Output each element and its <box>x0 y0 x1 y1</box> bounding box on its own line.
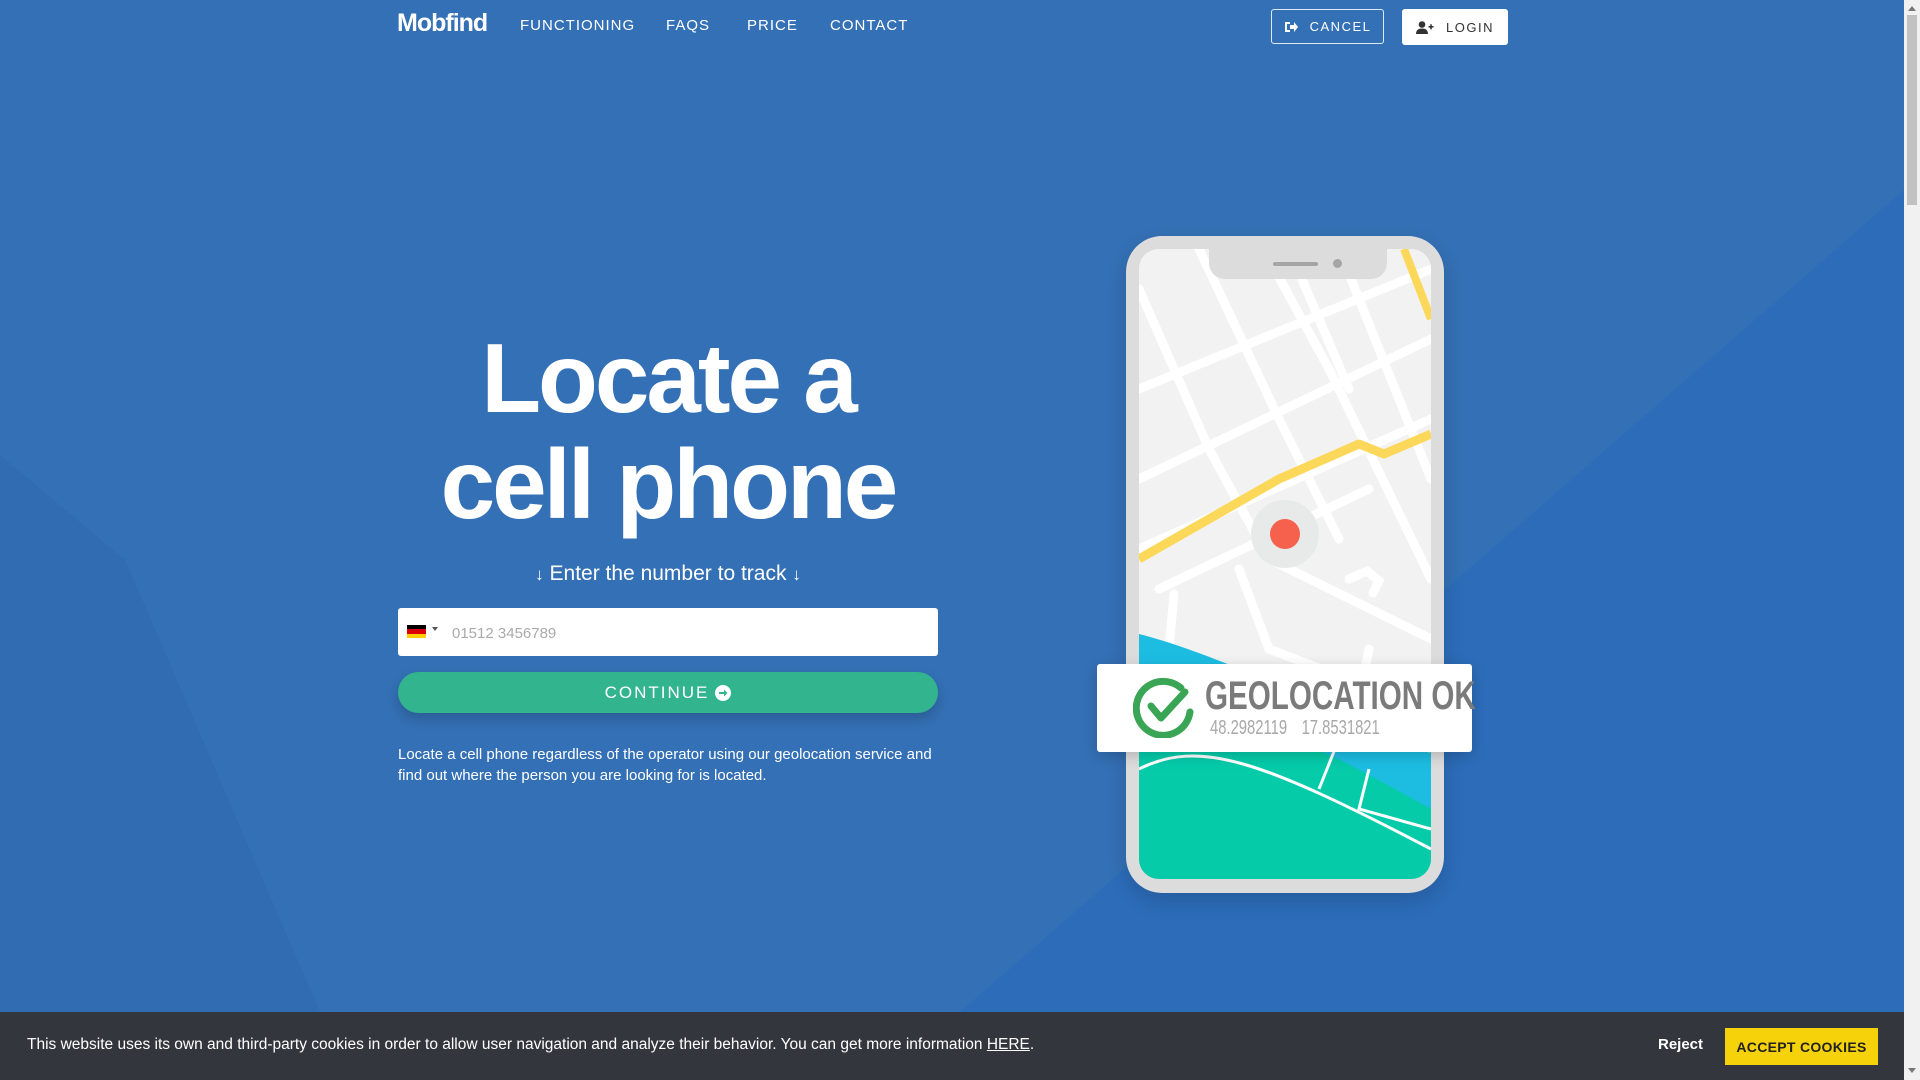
nav-price[interactable]: PRICE <box>747 17 798 34</box>
phone-illustration <box>1126 236 1444 893</box>
arrow-circle-right-icon <box>715 684 732 701</box>
phone-camera <box>1333 259 1342 268</box>
cookie-message: This website uses its own and third-part… <box>27 1036 1034 1054</box>
nav-functioning[interactable]: FUNCTIONING <box>520 17 635 34</box>
title-line-2: cell phone <box>440 429 899 539</box>
map-screen <box>1139 249 1431 879</box>
country-flag-germany[interactable] <box>407 625 426 638</box>
arrow-down-icon: ↓ <box>792 565 801 584</box>
cookie-info-link[interactable]: HERE <box>987 1036 1030 1053</box>
login-label: LOGIN <box>1446 19 1494 35</box>
coordinates: 48.2982119 17.8531821 <box>1210 717 1380 740</box>
phone-number-input[interactable] <box>450 608 924 658</box>
hero-description: Locate a cell phone regardless of the op… <box>398 746 932 784</box>
latitude: 48.2982119 <box>1210 717 1288 739</box>
title-line-1: Locate a <box>481 323 858 433</box>
phone-speaker <box>1273 262 1318 266</box>
site-header: Mobfind FUNCTIONING FAQS PRICE CONTACT C… <box>0 0 1904 52</box>
logo[interactable]: Mobfind <box>397 9 488 38</box>
login-button[interactable]: LOGIN <box>1402 9 1508 45</box>
nav-faqs[interactable]: FAQS <box>666 17 710 34</box>
reject-cookies-button[interactable]: Reject <box>1658 1036 1703 1053</box>
track-subtitle: ↓ Enter the number to track ↓ <box>398 562 938 586</box>
phone-number-field <box>398 608 938 658</box>
continue-label: CONTINUE <box>604 682 710 702</box>
cookie-text: This website uses its own and third-part… <box>27 1036 987 1053</box>
cancel-label: CANCEL <box>1309 19 1372 34</box>
scroll-down-arrow-icon[interactable] <box>1908 1068 1916 1073</box>
phone-notch <box>1209 249 1387 279</box>
accept-cookies-button[interactable]: ACCEPT COOKIES <box>1725 1028 1878 1065</box>
country-dropdown-caret-icon[interactable] <box>432 627 438 631</box>
scroll-up-arrow-icon[interactable] <box>1908 6 1916 11</box>
continue-button[interactable]: CONTINUE <box>398 672 938 713</box>
cookie-banner: This website uses its own and third-part… <box>0 1012 1904 1080</box>
cancel-button[interactable]: CANCEL <box>1271 9 1384 44</box>
nav-contact[interactable]: CONTACT <box>830 17 908 34</box>
arrow-down-icon: ↓ <box>535 565 544 584</box>
check-circle-icon <box>1133 677 1194 738</box>
page-scrollbar[interactable] <box>1904 0 1920 1080</box>
map-pin-icon <box>1270 519 1300 549</box>
longitude: 17.8531821 <box>1301 717 1380 739</box>
scrollbar-thumb[interactable] <box>1907 15 1917 205</box>
cookie-text-end: . <box>1029 1036 1035 1053</box>
hero-background <box>0 0 1904 1080</box>
page-title: Locate a cell phone <box>398 325 938 537</box>
geolocation-ok-badge: GEOLOCATION OK 48.2982119 17.8531821 <box>1097 664 1476 752</box>
background-shapes <box>0 190 1904 1012</box>
user-plus-icon <box>1416 20 1434 34</box>
subtitle-text: Enter the number to track <box>549 562 787 585</box>
map-illustration <box>1139 249 1431 879</box>
geolocation-status: GEOLOCATION OK <box>1205 674 1476 718</box>
sign-out-icon <box>1284 21 1298 32</box>
